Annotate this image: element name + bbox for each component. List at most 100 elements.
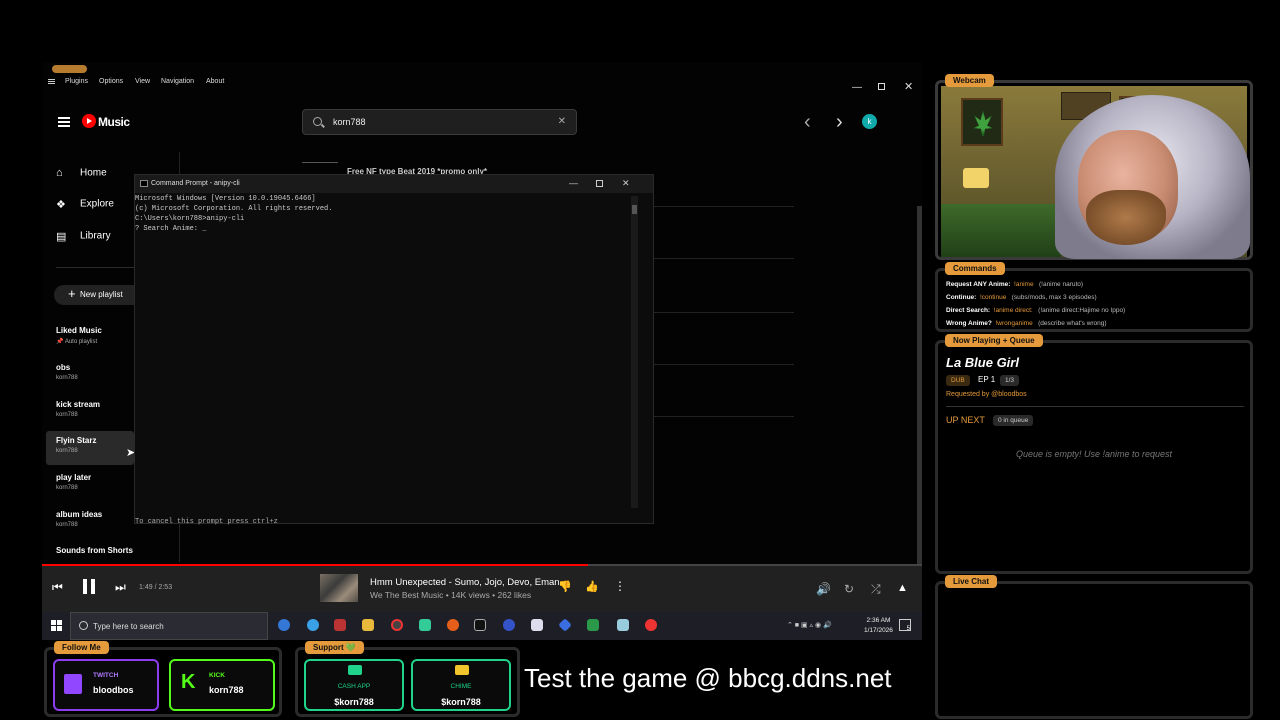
playlist-item[interactable]: play later korn788: [56, 473, 136, 491]
twitch-username: bloodbos: [93, 685, 134, 695]
next-icon[interactable]: ⏭: [115, 580, 126, 595]
volume-icon[interactable]: 🔊: [816, 582, 831, 596]
kick-label: KICK: [209, 672, 225, 679]
playlist-sub: 📌 Auto playlist: [56, 339, 98, 345]
playlist-item[interactable]: album ideas korn788: [56, 510, 136, 528]
repeat-icon[interactable]: ↻: [844, 582, 854, 596]
taskbar-search-input[interactable]: Type here to search: [70, 612, 268, 640]
command-row: Request ANY Anime: !anime (!anime naruto…: [946, 281, 1083, 288]
playlist-item[interactable]: kick stream korn788: [56, 400, 136, 418]
back-arrow-icon[interactable]: ‹: [804, 111, 811, 134]
obs-icon[interactable]: [391, 619, 403, 631]
playlist-item[interactable]: obs korn788: [56, 363, 136, 381]
pause-button[interactable]: [81, 577, 99, 597]
cmd-maximize-icon[interactable]: [596, 180, 603, 187]
menu-icon[interactable]: [48, 79, 55, 84]
previous-icon[interactable]: ⏮: [52, 580, 63, 595]
command-row: Wrong Anime? !wronganime (describe what'…: [946, 320, 1107, 327]
app-icon[interactable]: [419, 619, 431, 631]
command-desc: (!anime naruto): [1038, 281, 1084, 288]
command-desc: (subs/mods, max 3 episodes): [1011, 294, 1097, 301]
search-box[interactable]: korn788 ✕: [302, 109, 577, 135]
row-divider: [650, 206, 794, 207]
leaf-poster: [961, 98, 1003, 146]
track-subtitle[interactable]: We The Best Music • 14K views • 262 like…: [370, 590, 531, 600]
cmd-icon[interactable]: [474, 619, 486, 631]
playlist-sub: korn788: [56, 375, 78, 381]
menu-plugins[interactable]: Plugins: [65, 78, 88, 85]
notifications-icon[interactable]: 5: [899, 619, 911, 632]
folder-icon[interactable]: [362, 619, 374, 631]
more-icon[interactable]: ⋮: [614, 579, 626, 593]
menu-navigation[interactable]: Navigation: [161, 78, 194, 85]
twitch-icon: [64, 674, 82, 694]
command-name: !anime direct:: [993, 307, 1033, 314]
support-label: Support 💚: [305, 641, 364, 654]
search-input[interactable]: korn788: [333, 117, 366, 127]
row-divider: [650, 364, 794, 365]
shuffle-icon[interactable]: ⤮: [871, 582, 881, 597]
like-icon[interactable]: 👍: [585, 580, 599, 593]
cmd-titlebar[interactable]: Command Prompt - anipy-cli — ✕: [135, 175, 653, 193]
spreadsheet-icon[interactable]: [587, 619, 599, 631]
sidebar-item-library[interactable]: ▤ Library: [56, 230, 111, 243]
cmd-icon: [140, 180, 148, 187]
minimize-icon[interactable]: —: [852, 82, 862, 93]
cmd-scrollbar[interactable]: [631, 196, 638, 508]
firefox-icon[interactable]: [447, 619, 459, 631]
playlist-item[interactable]: Sounds from Shorts: [56, 546, 166, 555]
clock-date: 1/17/2026: [864, 627, 893, 634]
command-prompt-window[interactable]: Command Prompt - anipy-cli — ✕ Microsoft…: [134, 174, 654, 526]
twitch-label: TWITCH: [93, 672, 119, 679]
kick-icon: K: [181, 671, 196, 693]
cmd-output[interactable]: Microsoft Windows [Version 10.0.19045.64…: [135, 194, 635, 526]
cmd-close-icon[interactable]: ✕: [622, 178, 630, 189]
ytmusic-menu-icon[interactable]: [58, 117, 70, 127]
sidebar-item-home[interactable]: ⌂ Home: [56, 167, 107, 179]
menu-view[interactable]: View: [135, 78, 150, 85]
ytmusic-taskbar-icon[interactable]: [645, 619, 657, 631]
edge-icon[interactable]: [278, 619, 290, 631]
scrollbar[interactable]: [917, 206, 922, 564]
webcam-label: Webcam: [945, 74, 994, 87]
dislike-icon[interactable]: 👎: [558, 580, 572, 593]
ytmusic-logo-icon[interactable]: [82, 114, 96, 128]
cmd-minimize-icon[interactable]: —: [569, 178, 578, 188]
track-title[interactable]: Hmm Unexpected - Sumo, Jojo, Devo, Eman: [370, 577, 560, 588]
app-icon[interactable]: [558, 618, 572, 632]
system-tray-icons[interactable]: ⌃ ■ ▣ ▵ ◉ 🔊: [787, 621, 832, 629]
forward-arrow-icon[interactable]: ›: [836, 111, 843, 134]
clear-search-icon[interactable]: ✕: [558, 116, 566, 127]
expand-icon[interactable]: ▲: [897, 582, 908, 594]
sidebar-item-explore[interactable]: ❖ Explore: [56, 198, 114, 211]
playlist-sub: korn788: [56, 412, 78, 418]
maximize-icon[interactable]: [878, 83, 885, 90]
pause-icon: [91, 579, 95, 594]
playlist-item[interactable]: Flyin Starz korn788: [56, 436, 136, 454]
app-icon[interactable]: [503, 619, 515, 631]
close-icon[interactable]: ✕: [904, 80, 913, 93]
notepad-icon[interactable]: [617, 619, 629, 631]
menu-about[interactable]: About: [206, 78, 224, 85]
ytmusic-logo-text[interactable]: Music: [98, 115, 130, 129]
app-icon[interactable]: [334, 619, 346, 631]
track-thumbnail[interactable]: [320, 574, 358, 602]
anime-title: La Blue Girl: [946, 355, 1019, 370]
menu-options[interactable]: Options: [99, 78, 123, 85]
cmd-prompt-line[interactable]: ? Search Anime: _: [135, 224, 635, 234]
app-icon[interactable]: [531, 619, 543, 631]
requested-by: Requested by @bloodbos: [946, 391, 1027, 398]
cmd-cancel-hint: To cancel this prompt press ctrl+z: [135, 518, 278, 526]
playlist-item[interactable]: Liked Music 📌 Auto playlist: [56, 326, 136, 345]
sidebar-item-label: Explore: [80, 198, 114, 210]
windows-start-icon[interactable]: [51, 620, 62, 631]
playlist-name: obs: [56, 363, 71, 372]
taskbar-clock[interactable]: 2:36 AM 1/17/2026: [864, 616, 893, 636]
browser-icon[interactable]: [307, 619, 319, 631]
now-playing-label: Now Playing + Queue: [945, 334, 1043, 347]
cashapp-card: CASH APP $korn788: [304, 659, 404, 711]
new-playlist-button[interactable]: New playlist: [54, 285, 144, 305]
avatar[interactable]: k: [862, 114, 877, 129]
cmd-scroll-thumb[interactable]: [632, 205, 637, 214]
commands-label: Commands: [945, 262, 1005, 275]
